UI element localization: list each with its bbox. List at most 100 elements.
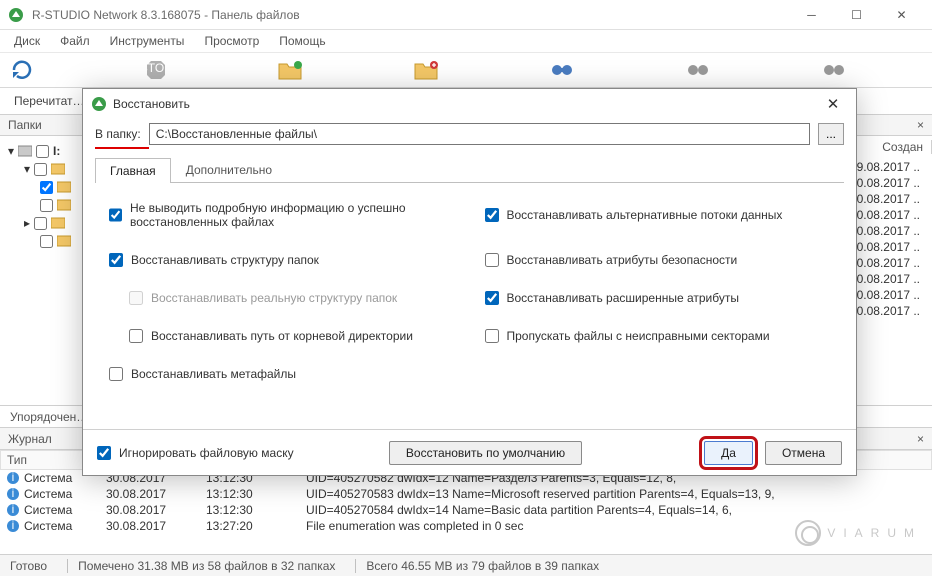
chk-folder-struct[interactable]: Восстанавливать структуру папок — [109, 253, 455, 267]
chk-metafiles[interactable]: Восстанавливать метафайлы — [109, 367, 455, 381]
chk-alt-streams[interactable]: Восстанавливать альтернативные потоки да… — [485, 201, 831, 229]
output-path-input[interactable] — [149, 123, 810, 145]
cancel-button[interactable]: Отмена — [765, 441, 842, 465]
reread-label[interactable]: Перечитат… — [8, 92, 90, 110]
find-next-icon[interactable] — [822, 56, 848, 84]
log-cell-time: 13:12:30 — [200, 502, 300, 518]
close-button[interactable]: ✕ — [879, 0, 924, 30]
chk-folder-struct-box[interactable] — [109, 253, 123, 267]
dialog-icon — [91, 96, 107, 112]
folder-icon — [57, 181, 71, 193]
log-cell-type: iСистема — [0, 518, 100, 534]
menu-disk[interactable]: Диск — [6, 32, 48, 50]
file-date: 0.08.2017 .. — [857, 192, 920, 206]
svg-text:STOP: STOP — [144, 61, 168, 75]
folder-open-icon[interactable] — [278, 56, 304, 84]
output-path-label: В папку: — [95, 127, 141, 141]
menu-help[interactable]: Помощь — [271, 32, 333, 50]
tree-check[interactable] — [40, 181, 53, 194]
menu-view[interactable]: Просмотр — [196, 32, 267, 50]
chk-sec-attrs[interactable]: Восстанавливать атрибуты безопасности — [485, 253, 831, 267]
find-prev-icon[interactable] — [686, 56, 712, 84]
dialog-close-icon[interactable]: ✕ — [818, 95, 848, 113]
chk-bad-sectors[interactable]: Пропускать файлы с неисправными секторам… — [485, 329, 831, 343]
chk-bad-sectors-box[interactable] — [485, 329, 499, 343]
chk-no-detail[interactable]: Не выводить подробную информацию о успеш… — [109, 201, 455, 229]
statusbar: Готово Помечено 31.38 MB из 58 файлов в … — [0, 554, 932, 576]
folder-icon — [51, 217, 65, 229]
dialog-titlebar: Восстановить ✕ — [83, 89, 856, 119]
menu-file[interactable]: Файл — [52, 32, 98, 50]
chk-ext-attrs-label: Восстанавливать расширенные атрибуты — [507, 291, 739, 305]
log-rows: iСистема30.08.201713:12:30UID=405270582 … — [0, 470, 932, 534]
tab-extra[interactable]: Дополнительно — [171, 157, 287, 182]
log-header-label: Журнал — [8, 432, 52, 446]
refresh-icon[interactable] — [10, 56, 34, 84]
menu-tools[interactable]: Инструменты — [102, 32, 193, 50]
log-cell-date: 30.08.2017 — [100, 518, 200, 534]
log-cell-type: iСистема — [0, 502, 100, 518]
ok-button[interactable]: Да — [704, 441, 753, 465]
svg-text:i: i — [12, 487, 15, 500]
tree-check[interactable] — [40, 199, 53, 212]
chk-ext-attrs[interactable]: Восстанавливать расширенные атрибуты — [485, 291, 831, 305]
chk-root-path-box[interactable] — [129, 329, 143, 343]
log-cell-time: 13:12:30 — [200, 486, 300, 502]
chk-ignore-mask-label: Игнорировать файловую маску — [119, 446, 294, 460]
chk-alt-streams-box[interactable] — [485, 208, 499, 222]
chk-real-struct: Восстанавливать реальную структуру папок — [109, 291, 455, 305]
defaults-button[interactable]: Восстановить по умолчанию — [389, 441, 582, 465]
log-cell-time: 13:27:20 — [200, 518, 300, 534]
col-created[interactable]: Создан — [874, 140, 932, 154]
stop-icon[interactable]: STOP — [144, 56, 168, 84]
dialog-title: Восстановить — [113, 97, 190, 111]
app-icon — [8, 7, 24, 23]
chk-bad-sectors-label: Пропускать файлы с неисправными секторам… — [507, 329, 770, 343]
tree-check[interactable] — [34, 163, 47, 176]
find-icon[interactable] — [550, 56, 576, 84]
status-total: Всего 46.55 MB из 79 файлов в 39 папках — [355, 559, 599, 573]
file-date: 0.08.2017 .. — [857, 176, 920, 190]
watermark: VIARUM — [795, 520, 922, 546]
sort-label: Упорядочен… — [10, 410, 88, 424]
chk-metafiles-label: Восстанавливать метафайлы — [131, 367, 296, 381]
window-title: R-STUDIO Network 8.3.168075 - Панель фай… — [32, 8, 789, 22]
file-date: 0.08.2017 .. — [857, 224, 920, 238]
tree-check[interactable] — [36, 145, 49, 158]
chk-root-path[interactable]: Восстанавливать путь от корневой директо… — [109, 329, 455, 343]
chk-metafiles-box[interactable] — [109, 367, 123, 381]
svg-text:i: i — [12, 471, 15, 484]
chk-ignore-mask-box[interactable] — [97, 446, 111, 460]
log-cell-text: UID=405270583 dwIdx=13 Name=Microsoft re… — [300, 486, 932, 502]
toolbar: STOP » — [0, 52, 932, 88]
maximize-button[interactable]: ☐ — [834, 0, 879, 30]
file-date: 0.08.2017 .. — [857, 256, 920, 270]
minimize-button[interactable]: ─ — [789, 0, 834, 30]
files-columns: Создан — [874, 136, 932, 158]
output-path-row: В папку: ... — [95, 123, 844, 145]
chk-real-struct-box — [129, 291, 143, 305]
svg-text:i: i — [12, 503, 15, 516]
folder-icon — [51, 163, 65, 175]
chk-sec-attrs-label: Восстанавливать атрибуты безопасности — [507, 253, 738, 267]
folder-recover-icon[interactable] — [414, 56, 440, 84]
chk-no-detail-box[interactable] — [109, 208, 122, 222]
options-grid: Не выводить подробную информацию о успеш… — [95, 183, 844, 429]
tree-check[interactable] — [34, 217, 47, 230]
folders-header-label: Папки — [8, 118, 42, 132]
folder-icon — [57, 235, 71, 247]
chk-sec-attrs-box[interactable] — [485, 253, 499, 267]
chk-ext-attrs-box[interactable] — [485, 291, 499, 305]
log-cell-date: 30.08.2017 — [100, 486, 200, 502]
folders-close-icon[interactable]: × — [917, 118, 924, 132]
status-marked: Помечено 31.38 MB из 58 файлов в 32 папк… — [67, 559, 335, 573]
tree-check[interactable] — [40, 235, 53, 248]
browse-button[interactable]: ... — [818, 123, 844, 145]
chk-ignore-mask[interactable]: Игнорировать файловую маску — [97, 446, 294, 460]
file-dates: 9.08.2017 ..0.08.2017 ..0.08.2017 ..0.08… — [857, 160, 920, 318]
log-close-icon[interactable]: × — [917, 432, 924, 446]
file-date: 0.08.2017 .. — [857, 304, 920, 318]
log-cell-text: UID=405270584 dwIdx=14 Name=Basic data p… — [300, 502, 932, 518]
tab-main[interactable]: Главная — [95, 158, 171, 183]
dialog-footer: Игнорировать файловую маску Восстановить… — [83, 429, 856, 475]
